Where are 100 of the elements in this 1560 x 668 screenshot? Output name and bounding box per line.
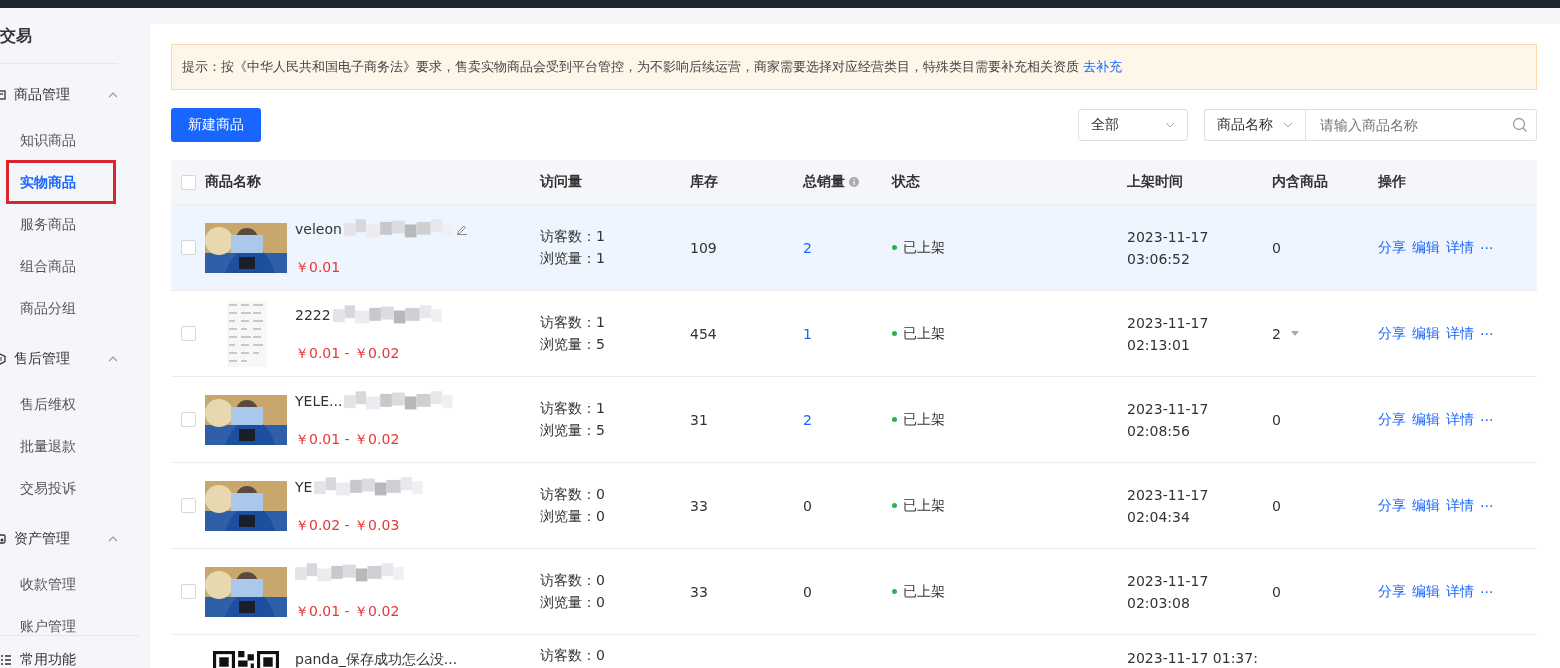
action-link[interactable]: 编辑	[1412, 582, 1440, 601]
sidebar-item[interactable]: 交易投诉	[20, 478, 113, 498]
sidebar-item[interactable]: 账户管理	[20, 616, 113, 636]
status-text: 已上架	[892, 324, 945, 343]
sidebar-item[interactable]: 商品分组	[20, 298, 113, 318]
view-count: 浏览量：1	[540, 249, 605, 268]
contained-count: 2	[1272, 325, 1281, 342]
stock-count: 454	[690, 325, 717, 342]
action-link[interactable]: 详情	[1446, 410, 1474, 429]
sidebar-group[interactable]: 常用功能	[20, 651, 76, 668]
action-link[interactable]: ···	[1480, 411, 1494, 428]
view-count: 浏览量：5	[540, 335, 605, 354]
checkbox[interactable]	[181, 326, 196, 341]
action-link[interactable]: 详情	[1446, 496, 1474, 515]
sales-link[interactable]: 1	[803, 325, 812, 342]
notice-link[interactable]: 去补充	[1083, 59, 1122, 74]
stock-count: 33	[690, 497, 708, 514]
product-name[interactable]: 2222	[295, 306, 331, 323]
stock-count: 31	[690, 411, 708, 428]
sidebar-group[interactable]: 售后管理	[0, 346, 150, 372]
product-name[interactable]: YELE...	[295, 392, 343, 409]
contained-count: 0	[1272, 583, 1281, 600]
search-type-select[interactable]: 商品名称	[1204, 109, 1305, 141]
chevron-down-icon	[1165, 122, 1175, 128]
product-name[interactable]: YE	[295, 478, 313, 495]
price-text: ￥0.02 - ￥0.03	[295, 516, 401, 535]
action-link[interactable]: ···	[1480, 497, 1494, 514]
sales-link[interactable]: 2	[803, 239, 812, 256]
column-header: 操作	[1378, 173, 1406, 191]
sidebar-item[interactable]: 服务商品	[20, 214, 113, 234]
action-link[interactable]: 编辑	[1412, 324, 1440, 343]
contained-count: 0	[1272, 497, 1281, 514]
visitor-count: 访客数：0	[540, 485, 605, 504]
column-header: 状态	[892, 173, 920, 191]
chevron-icon	[108, 356, 118, 362]
list-icon	[0, 654, 12, 666]
checkbox[interactable]	[181, 498, 196, 513]
column-header: 访问量	[540, 173, 582, 191]
sidebar-item[interactable]: 收款管理	[20, 574, 113, 594]
view-count: 浏览量：0	[540, 507, 605, 526]
status-select[interactable]: 全部	[1078, 109, 1188, 141]
table-row[interactable]: YE ￥0.02 - ￥0.03 访客数：0 浏览量：0 33 0 已上架 2023-11-17 02:04:34 0 分享 编辑 详情 ···	[171, 463, 1537, 549]
action-link[interactable]: 编辑	[1412, 238, 1440, 257]
visitor-count: 访客数：0	[540, 571, 605, 590]
visitor-count: 访客数：0	[540, 647, 605, 665]
action-link[interactable]: ···	[1480, 325, 1494, 342]
visitor-count: 访客数：1	[540, 399, 605, 418]
listing-time: 2023-11-17 02:13:01	[1127, 313, 1210, 355]
sales-count: 0	[803, 497, 812, 514]
action-link[interactable]: 分享	[1378, 582, 1406, 601]
new-product-button[interactable]: 新建商品	[171, 108, 261, 142]
sidebar-item[interactable]: 实物商品	[20, 172, 113, 192]
table-row[interactable]: panda_保存成功怎么没... 访客数：0 2023-11-17 01:37:	[171, 635, 1537, 668]
action-link[interactable]: 分享	[1378, 410, 1406, 429]
sidebar-item[interactable]: 售后维权	[20, 394, 113, 414]
sidebar-item[interactable]: 组合商品	[20, 256, 113, 276]
action-link[interactable]: 分享	[1378, 324, 1406, 343]
dropdown-icon[interactable]	[1290, 331, 1299, 336]
visitor-count: 访客数：1	[540, 313, 605, 332]
column-header: 总销量	[803, 173, 845, 191]
action-link[interactable]: ···	[1480, 239, 1494, 256]
action-link[interactable]: 详情	[1446, 238, 1474, 257]
view-count: 浏览量：0	[540, 593, 605, 612]
column-header: 上架时间	[1127, 173, 1183, 191]
sidebar-group[interactable]: 资产管理	[0, 526, 150, 552]
notice-text: 提示：按《中华人民共和国电子商务法》要求，售卖实物商品会受到平台管控，为不影响后续运营，商家需要选择对应经营类目，特殊类目需要补充相关资质	[182, 59, 1079, 74]
action-link[interactable]: 分享	[1378, 238, 1406, 257]
table-row[interactable]: 2222 ￥0.01 - ￥0.02 访客数：1 浏览量：5 454 1 已上架 2023-11-17 02:13:01 2 分享 编辑 详情 ···	[171, 291, 1537, 377]
table-row[interactable]: veleon ￥0.01 访客数：1 浏览量：1 109 2 已上架 2023-11-17 03:06:52 0 分享 编辑 详情 ···	[171, 205, 1537, 291]
sales-link[interactable]: 2	[803, 411, 812, 428]
sidebar-item[interactable]: 知识商品	[20, 130, 113, 150]
price-text: ￥0.01 - ￥0.02	[295, 344, 401, 363]
product-name[interactable]: veleon	[295, 220, 342, 237]
table-row[interactable]: YELE... ￥0.01 - ￥0.02 访客数：1 浏览量：5 31 2 已上架 2023-11-17 02:08:56 0 分享 编辑 详情 ···	[171, 377, 1537, 463]
price-text: ￥0.01	[295, 258, 342, 277]
chevron-icon	[108, 92, 118, 98]
action-link[interactable]: ···	[1480, 583, 1494, 600]
table-row[interactable]: ￥0.01 - ￥0.02 访客数：0 浏览量：0 33 0 已上架 2023-11-17 02:03:08 0 分享 编辑 详情 ···	[171, 549, 1537, 635]
sidebar-item[interactable]: 批量退款	[20, 436, 113, 456]
checkbox[interactable]	[181, 240, 196, 255]
action-link[interactable]: 详情	[1446, 324, 1474, 343]
action-link[interactable]: 编辑	[1412, 410, 1440, 429]
action-link[interactable]: 详情	[1446, 582, 1474, 601]
checkbox[interactable]	[181, 584, 196, 599]
action-link[interactable]: 编辑	[1412, 496, 1440, 515]
price-text: ￥0.01 - ￥0.02	[295, 602, 401, 621]
sidebar-group[interactable]: 商品管理	[0, 82, 150, 108]
search-box[interactable]: 请输入商品名称	[1305, 109, 1537, 141]
listing-time: 2023-11-17 01:37:	[1127, 649, 1258, 668]
contained-count: 0	[1272, 239, 1281, 256]
product-name[interactable]: panda_保存成功怎么没...	[295, 651, 458, 668]
chevron-icon	[108, 536, 118, 542]
action-link[interactable]: 分享	[1378, 496, 1406, 515]
status-text: 已上架	[892, 582, 945, 601]
column-header: 库存	[690, 173, 718, 191]
stock-count: 33	[690, 583, 708, 600]
checkbox[interactable]	[181, 174, 196, 190]
listing-time: 2023-11-17 02:08:56	[1127, 399, 1210, 441]
checkbox[interactable]	[181, 412, 196, 427]
visitor-count: 访客数：1	[540, 227, 605, 246]
